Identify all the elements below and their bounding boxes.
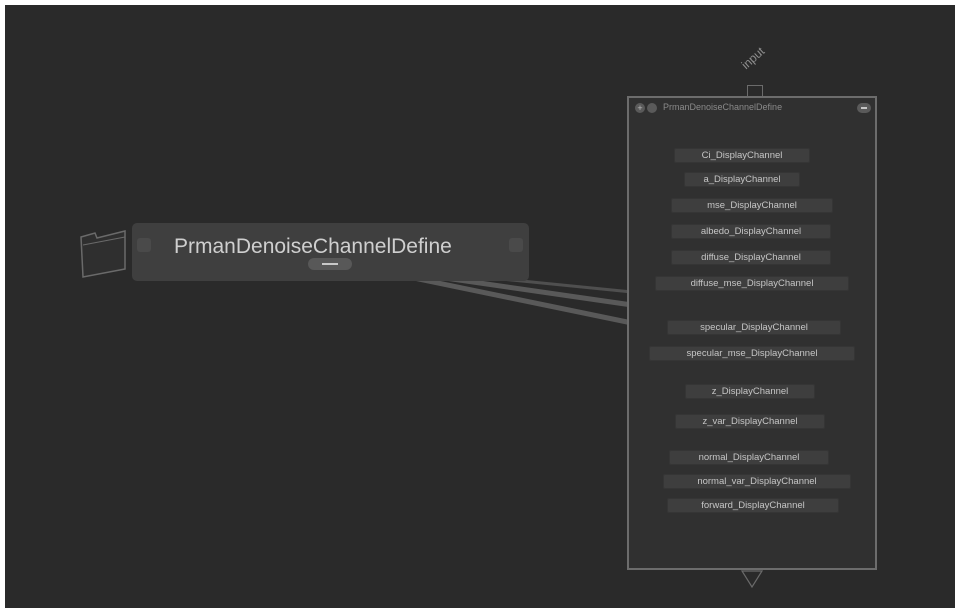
input-port-label: input bbox=[738, 44, 768, 72]
channel-node[interactable]: diffuse_DisplayChannel bbox=[671, 250, 831, 265]
channel-node[interactable]: forward_DisplayChannel bbox=[667, 498, 839, 513]
minimize-button[interactable] bbox=[857, 103, 871, 113]
channel-node[interactable]: normal_DisplayChannel bbox=[669, 450, 829, 465]
node-title: PrmanDenoiseChannelDefine bbox=[663, 102, 783, 112]
output-port-icon[interactable] bbox=[740, 570, 764, 589]
expanded-group-node[interactable]: + PrmanDenoiseChannelDefine Ci_DisplayCh… bbox=[627, 96, 877, 570]
output-port[interactable] bbox=[509, 238, 523, 252]
node-header[interactable]: + PrmanDenoiseChannelDefine bbox=[629, 98, 875, 118]
channel-node[interactable]: z_var_DisplayChannel bbox=[675, 414, 825, 429]
expand-handle-button[interactable] bbox=[308, 258, 352, 270]
collapsed-group-node[interactable]: PrmanDenoiseChannelDefine bbox=[132, 223, 529, 281]
channel-node[interactable]: Ci_DisplayChannel bbox=[674, 148, 810, 163]
folder-icon[interactable] bbox=[75, 225, 131, 281]
channel-node[interactable]: specular_DisplayChannel bbox=[667, 320, 841, 335]
channel-node[interactable]: albedo_DisplayChannel bbox=[671, 224, 831, 239]
input-port[interactable] bbox=[137, 238, 151, 252]
edit-icon[interactable] bbox=[647, 103, 657, 113]
node-title: PrmanDenoiseChannelDefine bbox=[174, 235, 452, 258]
channel-node[interactable]: specular_mse_DisplayChannel bbox=[649, 346, 855, 361]
channel-node[interactable]: diffuse_mse_DisplayChannel bbox=[655, 276, 849, 291]
channel-node[interactable]: a_DisplayChannel bbox=[684, 172, 800, 187]
node-graph-canvas[interactable]: PrmanDenoiseChannelDefine input + PrmanD… bbox=[5, 5, 955, 608]
channel-node[interactable]: z_DisplayChannel bbox=[685, 384, 815, 399]
channel-node[interactable]: normal_var_DisplayChannel bbox=[663, 474, 851, 489]
channel-node[interactable]: mse_DisplayChannel bbox=[671, 198, 833, 213]
add-port-button[interactable]: + bbox=[635, 103, 645, 113]
